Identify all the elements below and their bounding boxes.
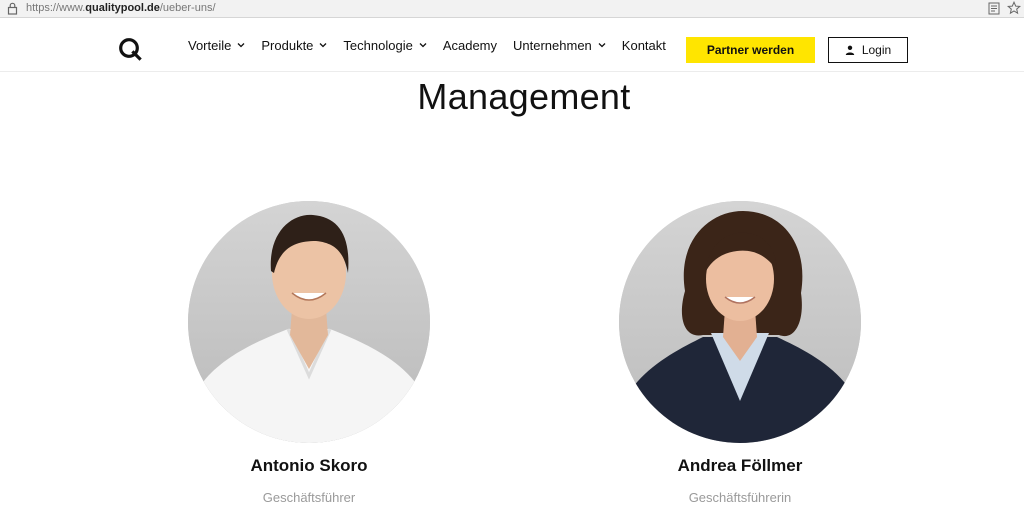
chevron-down-icon [237, 43, 245, 48]
nav-item-vorteile[interactable]: Vorteile [188, 38, 245, 53]
nav-item-label: Academy [442, 37, 498, 53]
qualitypool-logo-icon[interactable] [118, 37, 142, 61]
url-prefix: https://www. [26, 2, 86, 14]
person-name: Antonio Skoro [250, 456, 368, 475]
nav-item-unternehmen[interactable]: Unternehmen [513, 38, 606, 53]
login-button[interactable]: Login [828, 37, 908, 63]
bookmark-star-icon[interactable] [1007, 1, 1021, 15]
team-member-card: Andrea Föllmer Geschäftsführerin [610, 201, 870, 505]
portrait-photo [619, 201, 861, 443]
nav-item-technologie[interactable]: Technologie [343, 37, 427, 53]
person-role: Geschäftsführerin [688, 490, 792, 505]
portrait-photo [188, 201, 430, 443]
partner-werden-button[interactable]: Partner werden [686, 37, 815, 63]
chevron-down-icon [419, 43, 427, 48]
page-title: Management [417, 76, 631, 117]
person-name: Andrea Föllmer [677, 456, 803, 475]
user-icon [845, 45, 855, 55]
url-domain: qualitypool.de [85, 2, 160, 14]
nav-item-label: Produkte [261, 37, 314, 53]
login-button-label: Login [861, 43, 892, 57]
nav-item-label: Kontakt [621, 37, 666, 53]
nav-item-academy[interactable]: Academy [443, 38, 497, 53]
browser-address-bar: https://www.qualitypool.de/ueber-uns/ [0, 0, 1024, 18]
reader-view-icon[interactable] [988, 2, 1000, 15]
nav-item-produkte[interactable]: Produkte [261, 38, 327, 53]
team-member-card: Antonio Skoro Geschäftsführer [179, 201, 439, 505]
url-path: /ueber-uns/ [159, 2, 216, 14]
url-field[interactable]: https://www.qualitypool.de/ueber-uns/ [26, 2, 216, 14]
nav-item-kontakt[interactable]: Kontakt [622, 38, 666, 53]
chevron-down-icon [319, 43, 327, 48]
person-role: Geschäftsführer [262, 490, 356, 505]
site-header: Vorteile Produkte Technologie Academy Un… [0, 18, 1024, 72]
lock-icon [7, 2, 18, 15]
nav-item-label: Vorteile [188, 37, 232, 53]
nav-item-label: Unternehmen [513, 37, 592, 53]
main-menu: Vorteile Produkte Technologie Academy Un… [188, 18, 682, 72]
partner-button-label: Partner werden [706, 43, 795, 57]
nav-item-label: Technologie [343, 37, 413, 53]
chevron-down-icon [598, 43, 606, 48]
